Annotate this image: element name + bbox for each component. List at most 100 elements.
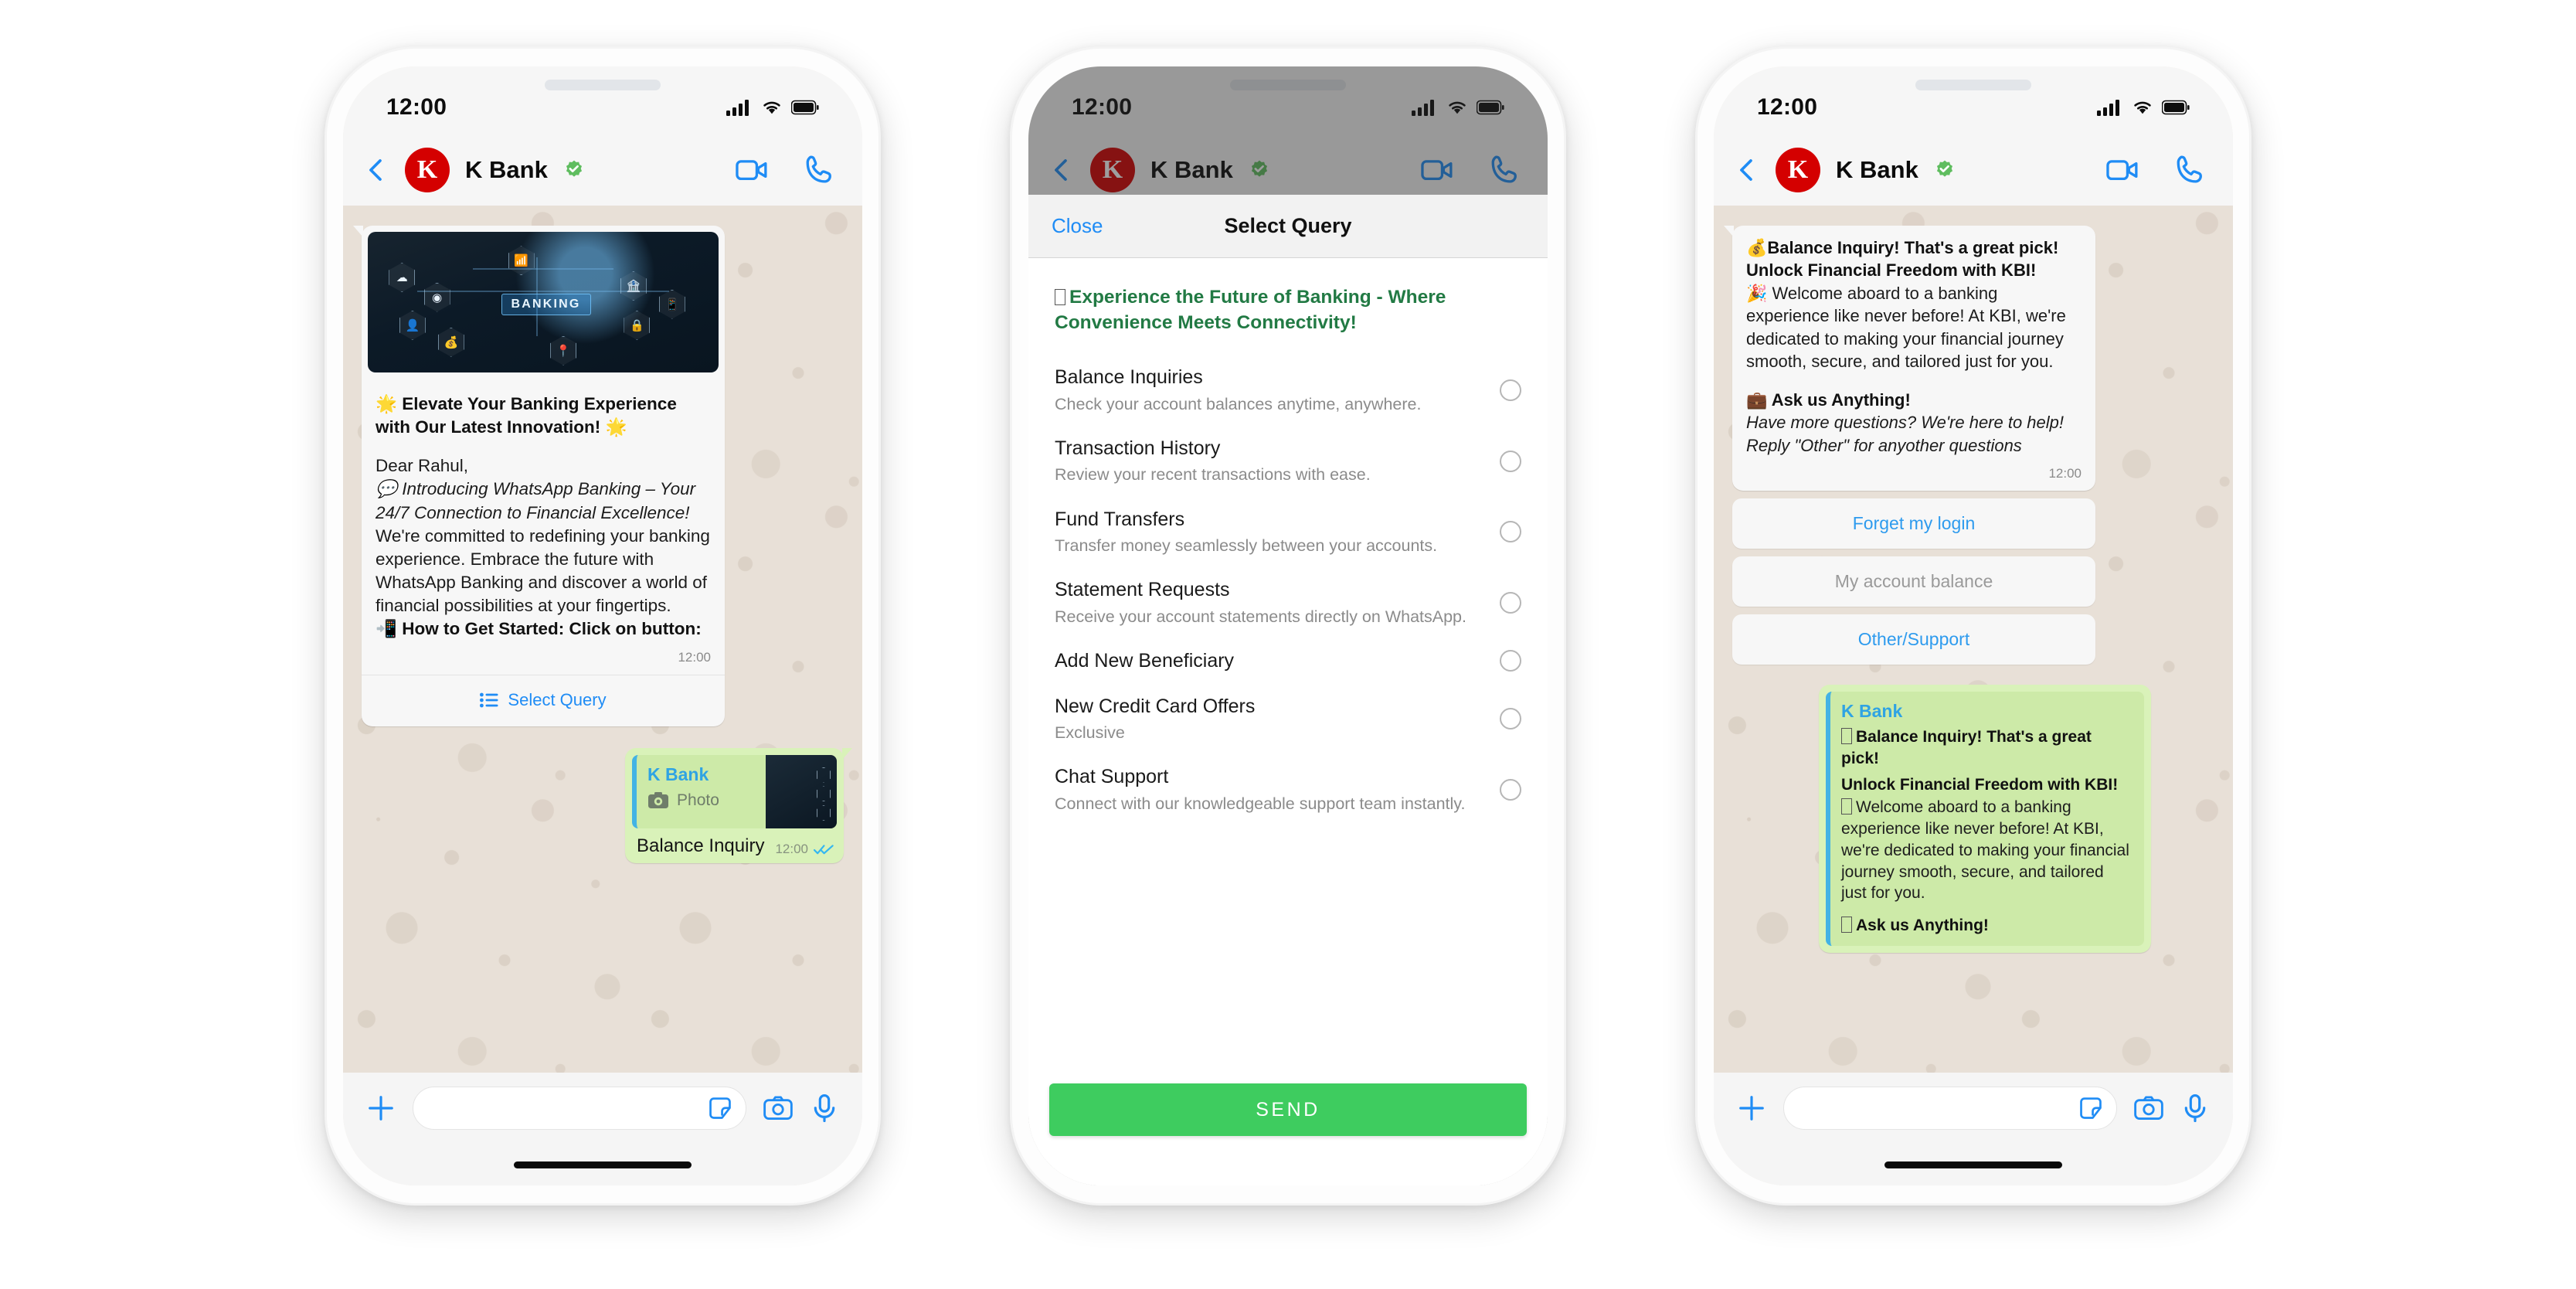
photo-icon — [648, 792, 669, 809]
home-bar — [343, 1144, 862, 1185]
chat-header: K K Bank — [1714, 134, 2233, 206]
quick-reply-forget-login[interactable]: Forget my login — [1732, 498, 2095, 549]
contact-name: K Bank — [465, 156, 548, 183]
list-icon — [480, 693, 498, 708]
echo-bold-2: Unlock Financial Freedom with KBI! — [1841, 775, 2119, 794]
query-option-title: Statement Requests — [1055, 579, 1230, 601]
camera-icon[interactable] — [2134, 1093, 2163, 1123]
sheet-header: Close Select Query — [1028, 195, 1548, 258]
verified-badge-icon — [1936, 160, 1952, 177]
status-bar: 12:00 — [1714, 66, 2233, 134]
quick-reply-my-account-balance[interactable]: My account balance — [1732, 556, 2095, 607]
reply-line-1: 💰Balance Inquiry! That's a great pick! — [1746, 238, 2059, 257]
message-cta-line: 📲 How to Get Started: Click on button: — [376, 619, 702, 639]
query-option-row[interactable]: Transaction History Review your recent t… — [1055, 427, 1521, 498]
query-option-desc: Exclusive — [1055, 723, 1125, 743]
chat-header: K K Bank — [343, 134, 862, 206]
outgoing-message-bubble: K Bank Photo Balance Inquiry 12:00 — [625, 748, 852, 864]
message-input[interactable] — [413, 1087, 746, 1130]
query-option-row[interactable]: Balance Inquiries Check your account bal… — [1055, 355, 1521, 427]
phone-1-screen: 12:00 K K Bank ☁ ◉ 👤 💰 📶 🏦 📱 🔒 📍 BANKING… — [343, 66, 862, 1185]
phone-1: 12:00 K K Bank ☁ ◉ 👤 💰 📶 🏦 📱 🔒 📍 BANKING… — [325, 46, 881, 1206]
voice-call-icon[interactable] — [2174, 154, 2207, 186]
sheet-body[interactable]: Experience the Future of Banking - Where… — [1028, 258, 1548, 1070]
attach-plus-icon[interactable] — [1737, 1093, 1766, 1123]
home-indicator[interactable] — [514, 1161, 692, 1168]
attach-plus-icon[interactable] — [366, 1093, 396, 1123]
outgoing-row: K Bank Photo Balance Inquiry 12:00 — [362, 748, 852, 864]
quote-kind: Photo — [677, 791, 719, 810]
earpiece-speaker — [1915, 80, 2031, 90]
reply-line-6: Reply "Other" for anyother questions — [1746, 435, 2022, 455]
avatar[interactable]: K — [1776, 148, 1820, 192]
message-input-bar — [1714, 1073, 2233, 1144]
video-call-icon[interactable] — [736, 154, 768, 186]
sheet-lead-label: Experience the Future of Banking - Where… — [1055, 287, 1446, 334]
query-option-radio[interactable] — [1500, 650, 1521, 672]
message-tagline: 💬 Introducing WhatsApp Banking – Your 24… — [376, 479, 696, 522]
query-option-row[interactable]: Statement Requests Receive your account … — [1055, 568, 1521, 639]
home-indicator[interactable] — [1884, 1161, 2062, 1168]
voice-call-icon[interactable] — [804, 154, 836, 186]
query-option-desc: Check your account balances anytime, any… — [1055, 394, 1422, 413]
back-icon[interactable] — [363, 157, 389, 183]
missing-glyph-icon — [1841, 916, 1852, 933]
battery-icon — [2162, 100, 2190, 115]
query-option-radio[interactable] — [1500, 521, 1521, 543]
sheet-footer: SEND — [1028, 1070, 1548, 1185]
notch — [498, 66, 707, 114]
back-icon[interactable] — [1734, 157, 1760, 183]
quote-thumbnail — [766, 755, 837, 829]
microphone-icon[interactable] — [810, 1093, 839, 1123]
query-option-radio[interactable] — [1500, 379, 1521, 401]
screenshot-canvas: 12:00 K K Bank ☁ ◉ 👤 💰 📶 🏦 📱 🔒 📍 BANKING… — [0, 0, 2576, 1289]
echo-bold-1: Balance Inquiry! That's a great pick! — [1841, 726, 2133, 769]
quick-reply-other-support[interactable]: Other/Support — [1732, 614, 2095, 665]
video-call-icon[interactable] — [2106, 154, 2139, 186]
close-button[interactable]: Close — [1052, 214, 1103, 238]
incoming-message-bubble: 💰Balance Inquiry! That's a great pick! U… — [1724, 226, 2095, 491]
query-option-radio[interactable] — [1500, 592, 1521, 614]
home-bar — [1714, 1144, 2233, 1185]
message-timestamp: 12:00 — [2048, 466, 2082, 481]
outgoing-echo-bubble: K Bank Balance Inquiry! That's a great p… — [1819, 685, 2151, 953]
chat-scroll-area[interactable]: ☁ ◉ 👤 💰 📶 🏦 📱 🔒 📍 BANKING 🌟 Elevate Your… — [343, 206, 862, 1073]
query-option-radio[interactable] — [1500, 450, 1521, 472]
message-input[interactable] — [1783, 1087, 2117, 1130]
query-option-radio[interactable] — [1500, 779, 1521, 801]
echo-quote: K Bank Balance Inquiry! That's a great p… — [1826, 692, 2144, 946]
sticker-icon[interactable] — [707, 1095, 733, 1121]
status-bar: 12:00 — [343, 66, 862, 134]
send-button[interactable]: SEND — [1048, 1083, 1528, 1136]
select-query-sheet: Close Select Query Experience the Future… — [1028, 195, 1548, 1185]
echo-bold-3-label: Ask us Anything! — [1856, 916, 1989, 934]
banking-hero-image[interactable]: ☁ ◉ 👤 💰 📶 🏦 📱 🔒 📍 BANKING — [368, 232, 719, 372]
chat-scroll-area[interactable]: 💰Balance Inquiry! That's a great pick! U… — [1714, 206, 2233, 1073]
select-query-button[interactable]: Select Query — [362, 675, 725, 726]
notch — [1869, 66, 2078, 114]
query-option-radio[interactable] — [1500, 708, 1521, 730]
query-option-row[interactable]: Chat Support Connect with our knowledgea… — [1055, 755, 1521, 826]
query-option-desc: Receive your account statements directly… — [1055, 607, 1466, 626]
sticker-icon[interactable] — [2078, 1095, 2104, 1121]
microphone-icon[interactable] — [2180, 1093, 2210, 1123]
quote-author: K Bank — [647, 764, 709, 785]
cellular-signal-icon — [726, 100, 749, 116]
query-option-title: Transaction History — [1055, 437, 1221, 459]
query-option-title: Chat Support — [1055, 766, 1169, 788]
missing-glyph-icon — [1055, 289, 1065, 305]
query-option-row[interactable]: Fund Transfers Transfer money seamlessly… — [1055, 498, 1521, 569]
quoted-message[interactable]: K Bank Photo — [632, 755, 837, 829]
query-option-row[interactable]: New Credit Card Offers Exclusive — [1055, 685, 1521, 756]
message-timestamp: 12:00 — [678, 650, 711, 665]
status-indicators — [726, 98, 819, 117]
query-option-desc: Connect with our knowledgeable support t… — [1055, 794, 1466, 813]
avatar[interactable]: K — [405, 148, 450, 192]
wifi-icon — [763, 101, 780, 114]
message-input-bar — [343, 1073, 862, 1144]
camera-icon[interactable] — [763, 1093, 793, 1123]
query-option-row[interactable]: Add New Beneficiary — [1055, 639, 1521, 685]
echo-paragraph: Welcome aboard to a banking experience l… — [1841, 797, 2133, 904]
image-banking-label: BANKING — [501, 294, 591, 316]
echo-author: K Bank — [1841, 701, 1903, 722]
